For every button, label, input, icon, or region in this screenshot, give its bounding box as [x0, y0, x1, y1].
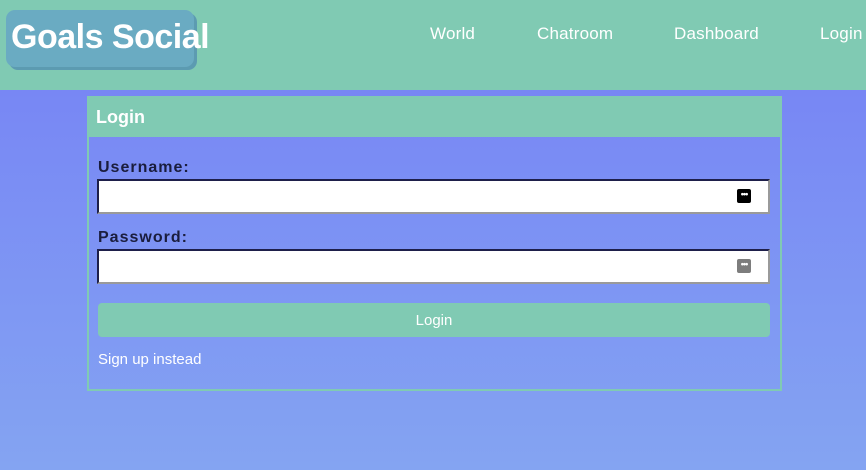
password-label: Password:: [98, 229, 188, 246]
login-card-title: Login: [89, 98, 780, 137]
nav-link-login[interactable]: Login: [820, 24, 863, 44]
signup-link[interactable]: Sign up instead: [98, 351, 201, 369]
login-card: Login Username: ••• Password: ••• Login …: [87, 96, 782, 391]
nav-link-dashboard[interactable]: Dashboard: [674, 24, 759, 44]
username-label: Username:: [98, 159, 190, 176]
password-manager-key-icon[interactable]: •••: [737, 189, 751, 203]
password-manager-key-icon[interactable]: •••: [737, 259, 751, 273]
brand-logo[interactable]: Goals Social: [6, 10, 210, 67]
top-navbar: Goals Social World Chatroom Dashboard Lo…: [0, 0, 866, 90]
password-input[interactable]: [97, 249, 770, 284]
nav-link-world[interactable]: World: [430, 24, 475, 44]
nav-link-chatroom[interactable]: Chatroom: [537, 24, 613, 44]
login-submit-button[interactable]: Login: [98, 303, 770, 337]
username-input[interactable]: [97, 179, 770, 214]
